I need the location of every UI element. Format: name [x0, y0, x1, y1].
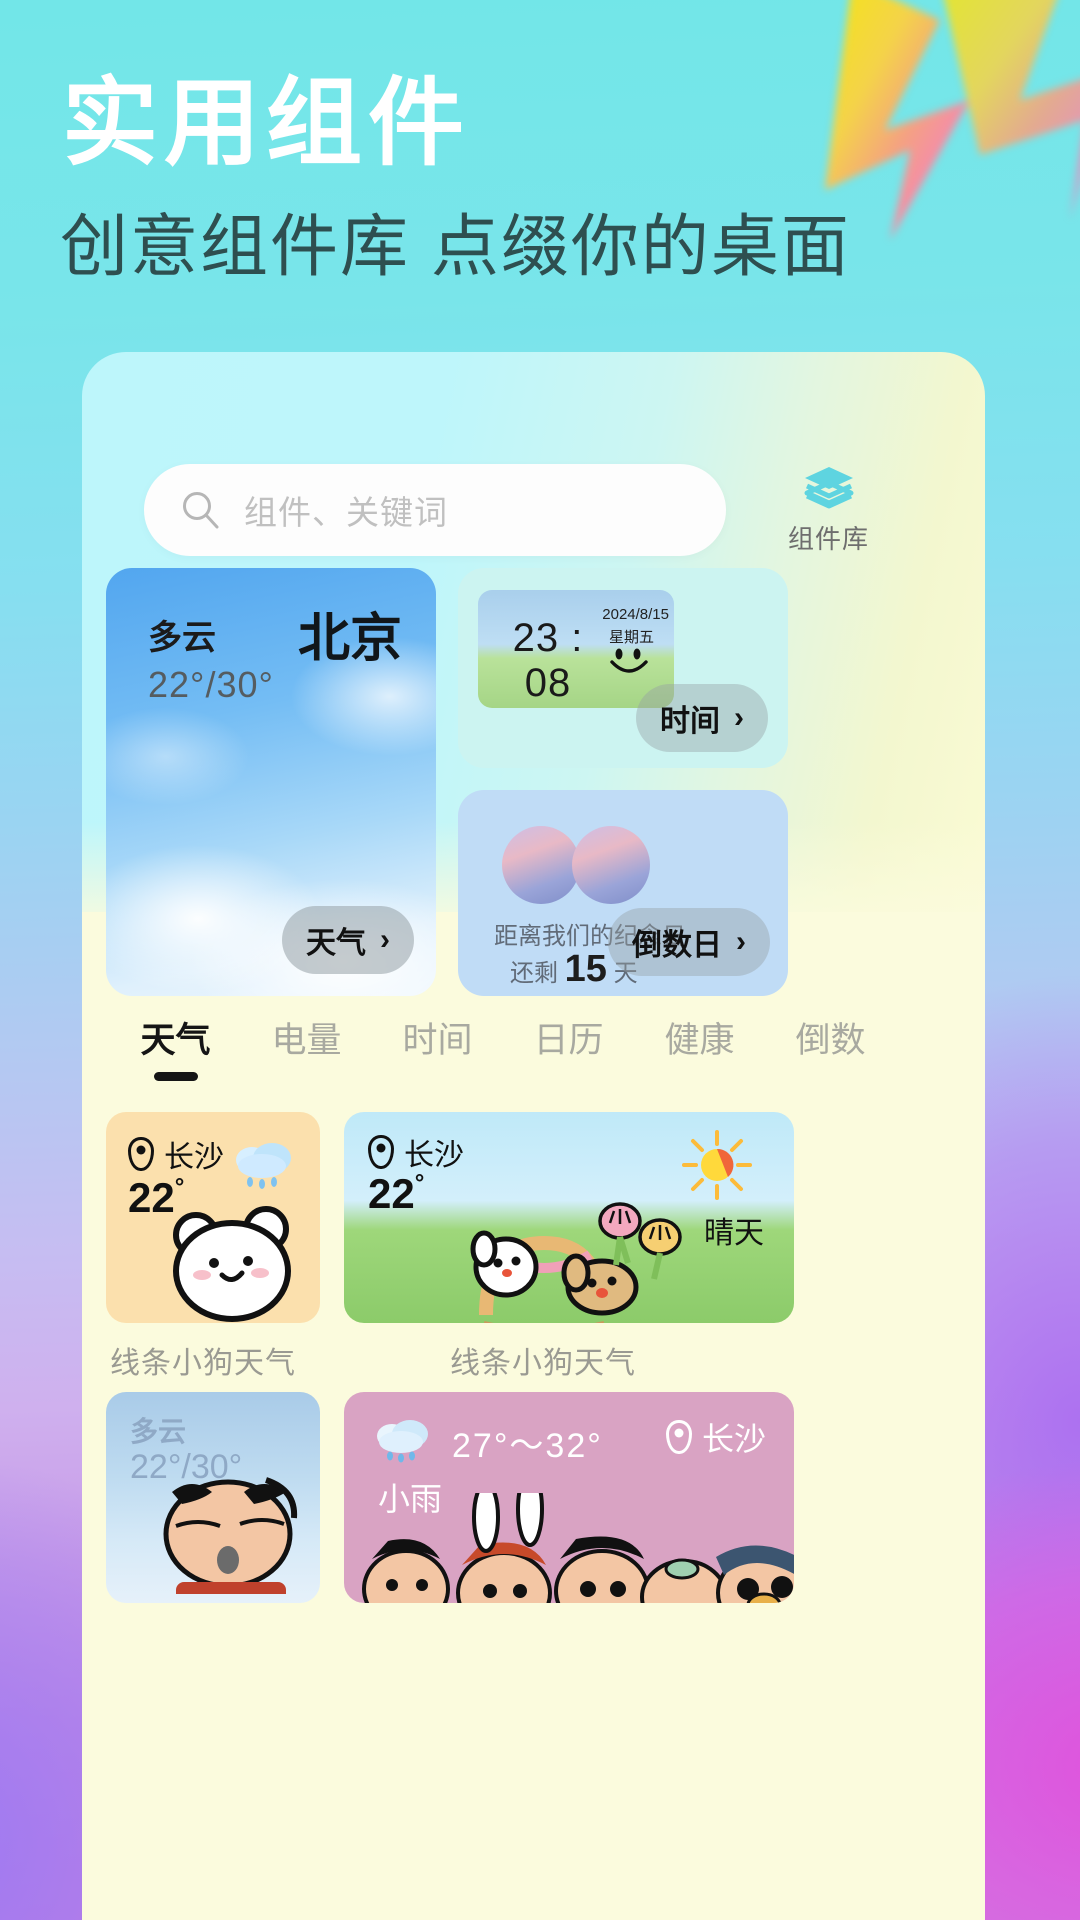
- layers-icon: [804, 466, 853, 508]
- countdown-avatars: [502, 826, 650, 904]
- tab-countdown[interactable]: 倒数: [765, 1012, 896, 1081]
- app-panel: 组件、关键词 组件库 多云 22°/30° 北京 天气 › 23: 08 20…: [82, 352, 985, 1920]
- widget-temperature: 22°: [368, 1170, 424, 1218]
- featured-clock-card[interactable]: 23 : 08 2024/8/15 星期五 时间 ›: [458, 568, 788, 768]
- widget-card-shinchan-weather[interactable]: 多云 22°/30°: [106, 1392, 320, 1603]
- category-tabs: 天气 电量 时间 日历 健康 倒数: [82, 1012, 985, 1081]
- search-placeholder: 组件、关键词: [244, 494, 448, 531]
- bear-illustration: [173, 1206, 291, 1322]
- weather-city: 北京: [297, 610, 402, 668]
- widget-condition: 多云: [130, 1416, 187, 1447]
- shinchan-illustration: [163, 1477, 298, 1594]
- degree-symbol: °: [174, 1174, 185, 1201]
- weather-category-button[interactable]: 天气 ›: [282, 906, 414, 974]
- tab-battery[interactable]: 电量: [241, 1012, 372, 1081]
- widget-city: 长沙: [701, 1421, 766, 1457]
- weather-temperature: 22°/30°: [148, 664, 274, 705]
- search-row: 组件、关键词 组件库: [144, 464, 944, 556]
- widget-row: 长沙 22° 长沙 22° 晴天 线条小狗天气 线条小狗天气: [82, 1112, 985, 1392]
- widget-label: 线条小狗天气: [110, 1347, 296, 1380]
- degree-symbol: °: [414, 1170, 425, 1197]
- countdown-days: 15: [564, 948, 607, 990]
- smiley-face-icon: [610, 648, 648, 673]
- clock-pill-label: 时间: [660, 705, 720, 738]
- widget-card-dog-weather-large[interactable]: 长沙 22° 晴天: [344, 1112, 794, 1323]
- widget-card-dog-weather-small[interactable]: 长沙 22°: [106, 1112, 320, 1323]
- chevron-right-icon: ›: [734, 701, 744, 734]
- search-input[interactable]: 组件、关键词: [144, 464, 726, 556]
- location-pin-icon: [665, 1420, 692, 1454]
- widget-location: 长沙: [128, 1132, 224, 1176]
- widget-city: 长沙: [404, 1139, 464, 1172]
- countdown-pill-label: 倒数日: [632, 929, 722, 962]
- widget-temperature-range: 27°～32°: [452, 1427, 603, 1465]
- dogs-basket-illustration: [470, 1202, 682, 1323]
- tab-time[interactable]: 时间: [372, 1012, 503, 1081]
- avatar-tan-dog: [572, 826, 650, 904]
- tab-health[interactable]: 健康: [634, 1012, 765, 1081]
- widget-location: 长沙: [665, 1414, 766, 1460]
- avatar-white-dog: [502, 826, 580, 904]
- featured-cards: 多云 22°/30° 北京 天气 › 23 : 08 2024/8/15 星期五: [82, 568, 985, 996]
- widget-row: 多云 22°/30° 27°～32° 小雨 长沙: [82, 1392, 985, 1672]
- widget-condition: 晴天: [704, 1217, 764, 1250]
- clock-time: 23 : 08: [512, 616, 584, 705]
- tab-calendar[interactable]: 日历: [503, 1012, 634, 1081]
- search-icon: [183, 492, 219, 529]
- featured-weather-card[interactable]: 多云 22°/30° 北京 天气 ›: [106, 568, 436, 996]
- sun-icon: [682, 1130, 752, 1200]
- clock-widget-preview: 23 : 08 2024/8/15 星期五: [478, 590, 674, 708]
- shinchan-group-illustration: [362, 1493, 794, 1603]
- weather-condition: 多云: [148, 619, 216, 657]
- location-pin-icon: [128, 1137, 154, 1171]
- library-button[interactable]: 组件库: [788, 465, 869, 556]
- widget-grid: 长沙 22° 长沙 22° 晴天 线条小狗天气 线条小狗天气 多云 22°/30…: [82, 1112, 985, 1672]
- rain-cloud-icon: [236, 1143, 291, 1189]
- widget-label: 线条小狗天气: [450, 1347, 636, 1380]
- location-pin-icon: [368, 1135, 394, 1169]
- chevron-right-icon: ›: [380, 923, 390, 956]
- widget-temp-value: 22: [368, 1170, 415, 1217]
- clock-weekday: 星期五: [608, 629, 654, 646]
- tab-weather[interactable]: 天气: [110, 1012, 241, 1081]
- countdown-prefix: 还剩: [510, 960, 565, 987]
- chevron-right-icon: ›: [736, 925, 746, 958]
- widget-city: 长沙: [164, 1141, 224, 1174]
- widget-location: 长沙: [368, 1130, 464, 1174]
- featured-countdown-card[interactable]: 距离我们的纪念日 还剩 15 天 倒数日 ›: [458, 790, 788, 996]
- page-title: 实用组件: [62, 70, 470, 177]
- widget-card-shinchan-group-weather[interactable]: 27°～32° 小雨 长沙: [344, 1392, 794, 1603]
- rain-cloud-icon: [377, 1420, 428, 1463]
- weather-pill-label: 天气: [306, 927, 366, 960]
- time-category-button[interactable]: 时间 ›: [636, 684, 768, 752]
- clock-date: 2024/8/15: [602, 606, 669, 623]
- countdown-category-button[interactable]: 倒数日 ›: [608, 908, 770, 976]
- page-subtitle: 创意组件库 点缀你的桌面: [60, 209, 851, 285]
- library-button-label: 组件库: [788, 523, 870, 554]
